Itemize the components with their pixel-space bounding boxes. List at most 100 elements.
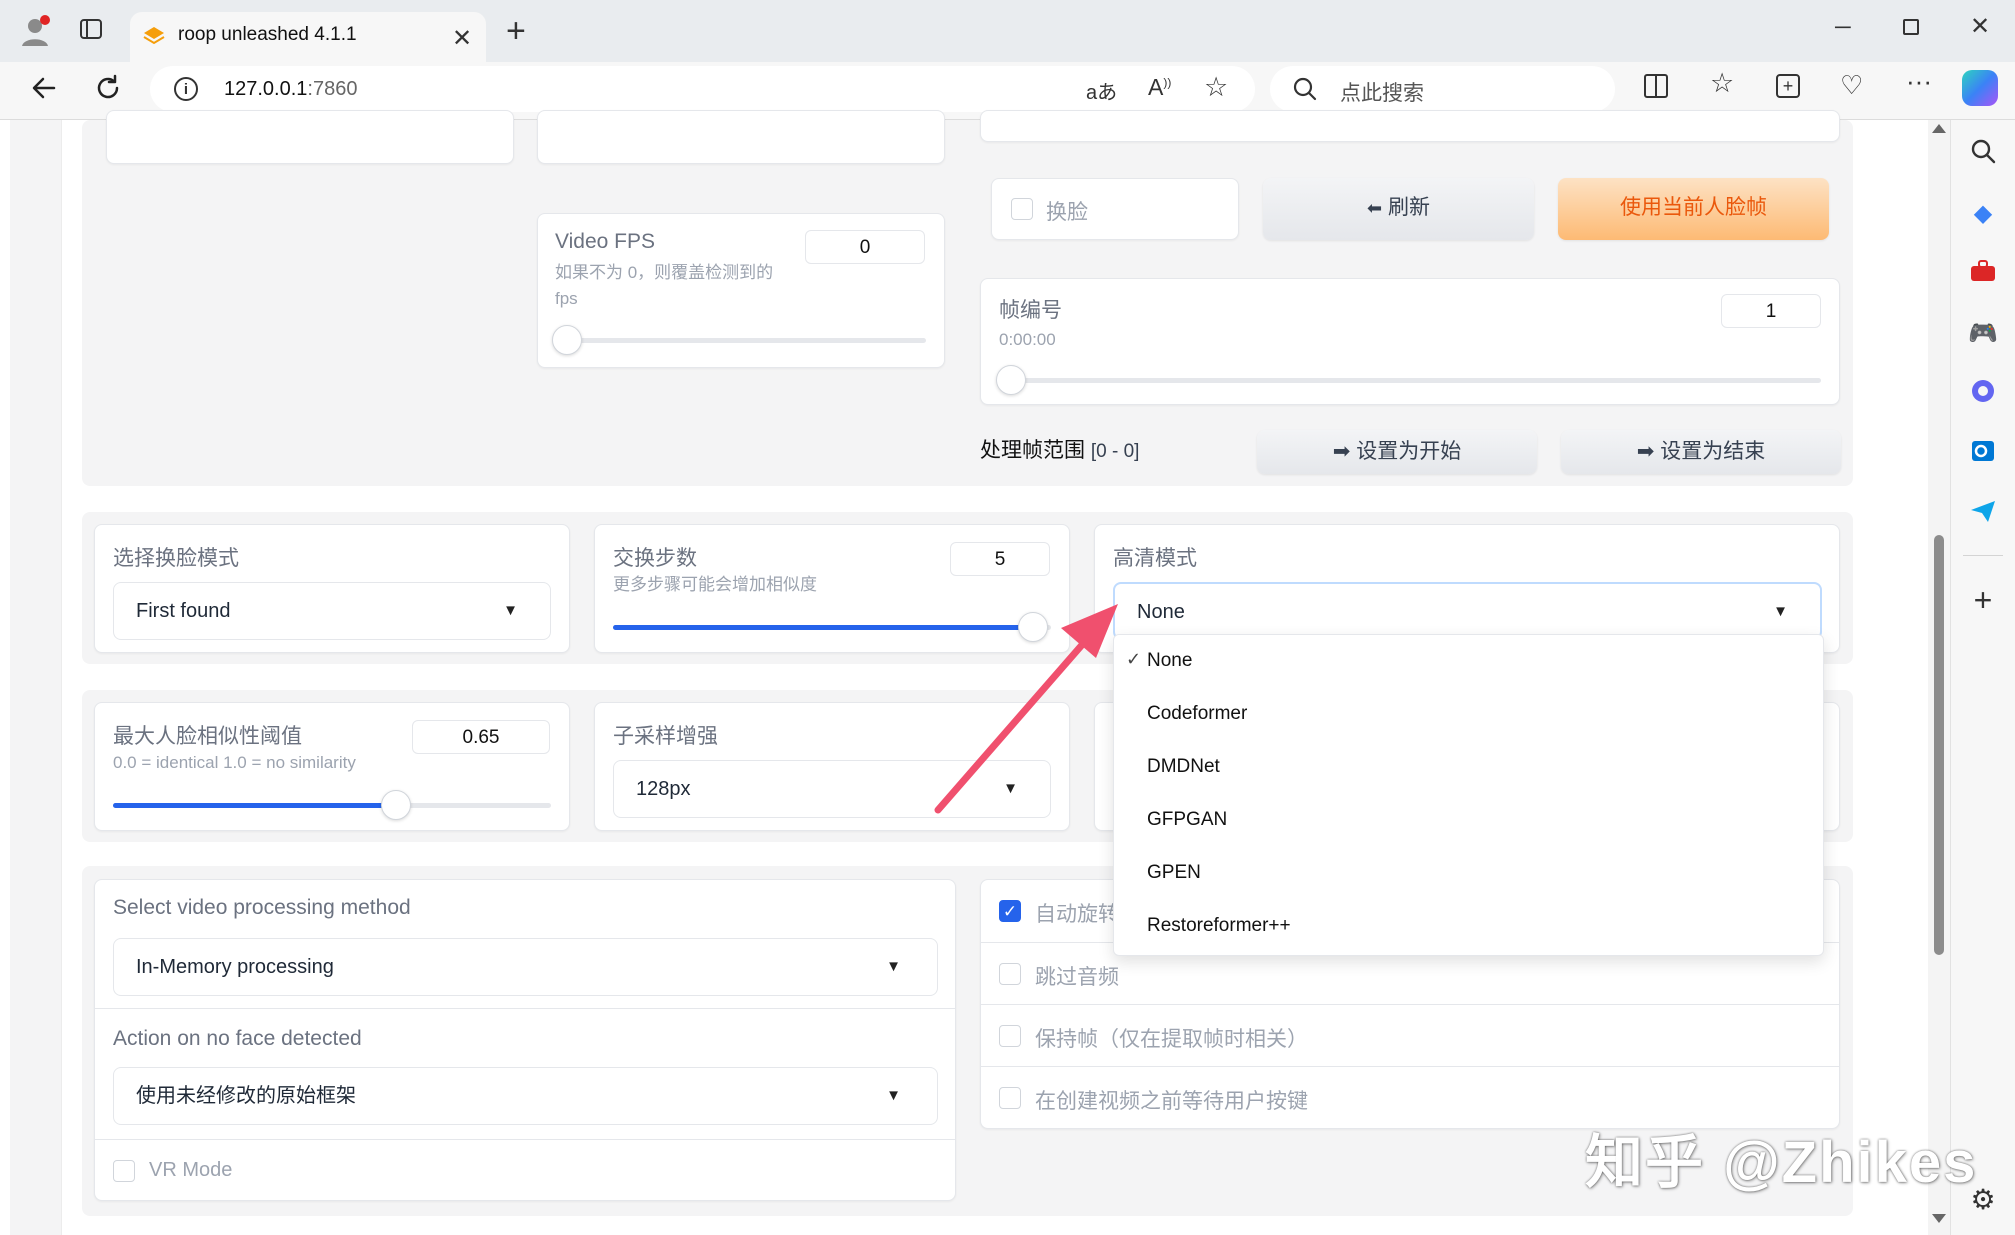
search-field[interactable]: 点此搜索 (1270, 66, 1615, 112)
more-icon[interactable]: ··· (1906, 66, 1932, 97)
scroll-up-icon[interactable] (1932, 124, 1946, 133)
browser-tab-bar: roop unleashed 4.1.1 ✕ + ─ ✕ (0, 0, 2015, 62)
sidebar-search-icon[interactable] (1965, 136, 2001, 172)
scroll-down-icon[interactable] (1932, 1214, 1946, 1223)
no-face-label: Action on no face detected (113, 1027, 362, 1050)
video-fps-card: Video FPS 如果不为 0，则覆盖检测到的 fps 0 (537, 213, 945, 368)
keep-frames-label: 保持帧（仅在提取帧时相关） (1035, 1028, 1308, 1051)
frame-number-slider-knob[interactable] (996, 365, 1026, 395)
profile-icon[interactable] (18, 14, 52, 48)
copilot-icon[interactable] (1962, 70, 1998, 106)
swap-face-checkbox[interactable] (1011, 198, 1033, 220)
url-field[interactable]: i 127.0.0.1:7860 aあ A)) ☆ (150, 66, 1255, 112)
set-start-button[interactable]: ➡ 设置为开始 (1257, 430, 1537, 474)
frame-number-slider-track[interactable] (999, 378, 1821, 383)
tools-icon[interactable] (1965, 256, 2001, 292)
max-similarity-card: 最大人脸相似性阈值 0.0 = identical 1.0 = no simil… (94, 702, 570, 831)
chevron-down-icon: ▼ (886, 958, 901, 975)
set-end-button[interactable]: ➡ 设置为结束 (1561, 430, 1841, 474)
add-icon[interactable]: + (1965, 582, 2001, 618)
info-icon[interactable]: i (174, 77, 198, 101)
minimize-icon[interactable]: ─ (1835, 14, 1851, 40)
sidebar-divider (1963, 555, 2003, 556)
dropdown-option-dmdnet[interactable]: DMDNet (1147, 756, 1220, 778)
swap-steps-slider-fill (613, 625, 1033, 630)
dropdown-option-codeformer[interactable]: Codeformer (1147, 703, 1247, 725)
refresh-label: 刷新 (1387, 196, 1430, 219)
dropdown-option-none[interactable]: None (1147, 650, 1192, 672)
maximize-icon[interactable] (1903, 19, 1919, 35)
subsample-value: 128px (636, 778, 691, 800)
face-mode-label: 选择换脸模式 (113, 547, 239, 570)
close-icon[interactable]: ✕ (452, 24, 472, 53)
watermark: 知乎 @Zhikes (1585, 1130, 1978, 1195)
tab-title: roop unleashed 4.1.1 (178, 24, 357, 45)
wait-user-key-checkbox[interactable] (999, 1087, 1021, 1109)
games-icon[interactable]: 🎮 (1965, 316, 2001, 352)
max-similarity-desc: 0.0 = identical 1.0 = no similarity (113, 753, 356, 772)
split-screen-icon[interactable] (1644, 74, 1668, 98)
close-window-icon[interactable]: ✕ (1970, 12, 1990, 41)
skip-audio-label: 跳过音频 (1035, 966, 1119, 989)
refresh-button[interactable]: ⬅ 刷新 (1263, 178, 1534, 240)
chevron-down-icon: ▼ (503, 602, 518, 619)
back-icon[interactable] (28, 72, 60, 104)
keep-frames-checkbox[interactable] (999, 1025, 1021, 1047)
page-scrollbar-thumb[interactable] (1934, 535, 1944, 955)
video-method-select[interactable]: In-Memory processing ▼ (113, 938, 938, 996)
site-logo-icon (142, 25, 166, 49)
swap-steps-input[interactable]: 5 (950, 542, 1050, 576)
read-aloud-icon[interactable]: A)) (1148, 74, 1171, 101)
send-icon[interactable] (1965, 496, 2001, 532)
browser-tab[interactable]: roop unleashed 4.1.1 ✕ (130, 12, 486, 62)
frame-time: 0:00:00 (999, 330, 1056, 349)
use-current-face-button[interactable]: 使用当前人脸帧 (1558, 178, 1829, 240)
favorites-icon[interactable]: ☆ (1710, 68, 1734, 99)
search-icon (1292, 76, 1318, 102)
dropdown-option-gpen[interactable]: GPEN (1147, 862, 1201, 884)
favorite-icon[interactable]: ☆ (1204, 72, 1228, 103)
enhance-mode-select[interactable]: None ▼ (1113, 582, 1822, 640)
outlook-icon[interactable] (1965, 436, 2001, 472)
refresh-icon: ⬅ (1367, 198, 1383, 218)
shopping-tag-icon[interactable]: ◆ (1965, 196, 2001, 232)
swap-steps-slider-knob[interactable] (1018, 612, 1048, 642)
face-mode-select[interactable]: First found ▼ (113, 582, 551, 640)
no-face-value: 使用未经修改的原始框架 (136, 1085, 356, 1107)
dropdown-option-gfpgan[interactable]: GFPGAN (1147, 809, 1227, 831)
frame-range-label: 处理帧范围 (980, 439, 1085, 462)
no-face-select[interactable]: 使用未经修改的原始框架 ▼ (113, 1067, 938, 1125)
video-fps-slider-track[interactable] (556, 338, 926, 343)
microsoft-365-icon[interactable] (1965, 376, 2001, 412)
divider (95, 1008, 955, 1009)
max-similarity-slider-knob[interactable] (381, 790, 411, 820)
frame-number-card: 帧编号 0:00:00 1 (980, 278, 1840, 405)
video-fps-slider-knob[interactable] (552, 325, 582, 355)
collections-icon[interactable]: + (1776, 74, 1800, 98)
reload-icon[interactable] (92, 72, 124, 104)
swap-steps-label: 交换步数 (613, 547, 697, 570)
enhance-mode-value: None (1137, 601, 1185, 623)
tab-actions-icon[interactable] (74, 16, 108, 50)
browser-essentials-icon[interactable]: ♡ (1840, 70, 1863, 101)
dropdown-option-restoreformer[interactable]: Restoreformer++ (1147, 915, 1291, 937)
new-tab-icon[interactable]: + (506, 14, 526, 48)
frame-number-input[interactable]: 1 (1721, 294, 1821, 328)
frame-range: 处理帧范围 [0 - 0] (980, 434, 1139, 464)
chevron-down-icon: ▼ (1773, 603, 1788, 620)
chevron-down-icon: ▼ (1003, 780, 1018, 797)
translate-icon[interactable]: aあ (1086, 76, 1117, 105)
subsample-select[interactable]: 128px ▼ (613, 760, 1051, 818)
url-port: :7860 (307, 78, 358, 100)
frame-range-value: [0 - 0] (1090, 441, 1140, 462)
swap-steps-desc: 更多步骤可能会增加相似度 (613, 575, 817, 594)
selected-check-icon: ✓ (1126, 649, 1142, 669)
max-similarity-input[interactable]: 0.65 (412, 720, 550, 754)
skip-audio-checkbox[interactable] (999, 963, 1021, 985)
divider (981, 1004, 1839, 1005)
video-fps-input[interactable]: 0 (805, 230, 925, 264)
auto-rotate-checkbox[interactable]: ✓ (999, 900, 1021, 922)
vr-mode-checkbox[interactable] (113, 1160, 135, 1182)
swap-face-card[interactable]: 换脸 (991, 178, 1239, 240)
url-text: 127.0.0.1:7860 (224, 78, 357, 101)
